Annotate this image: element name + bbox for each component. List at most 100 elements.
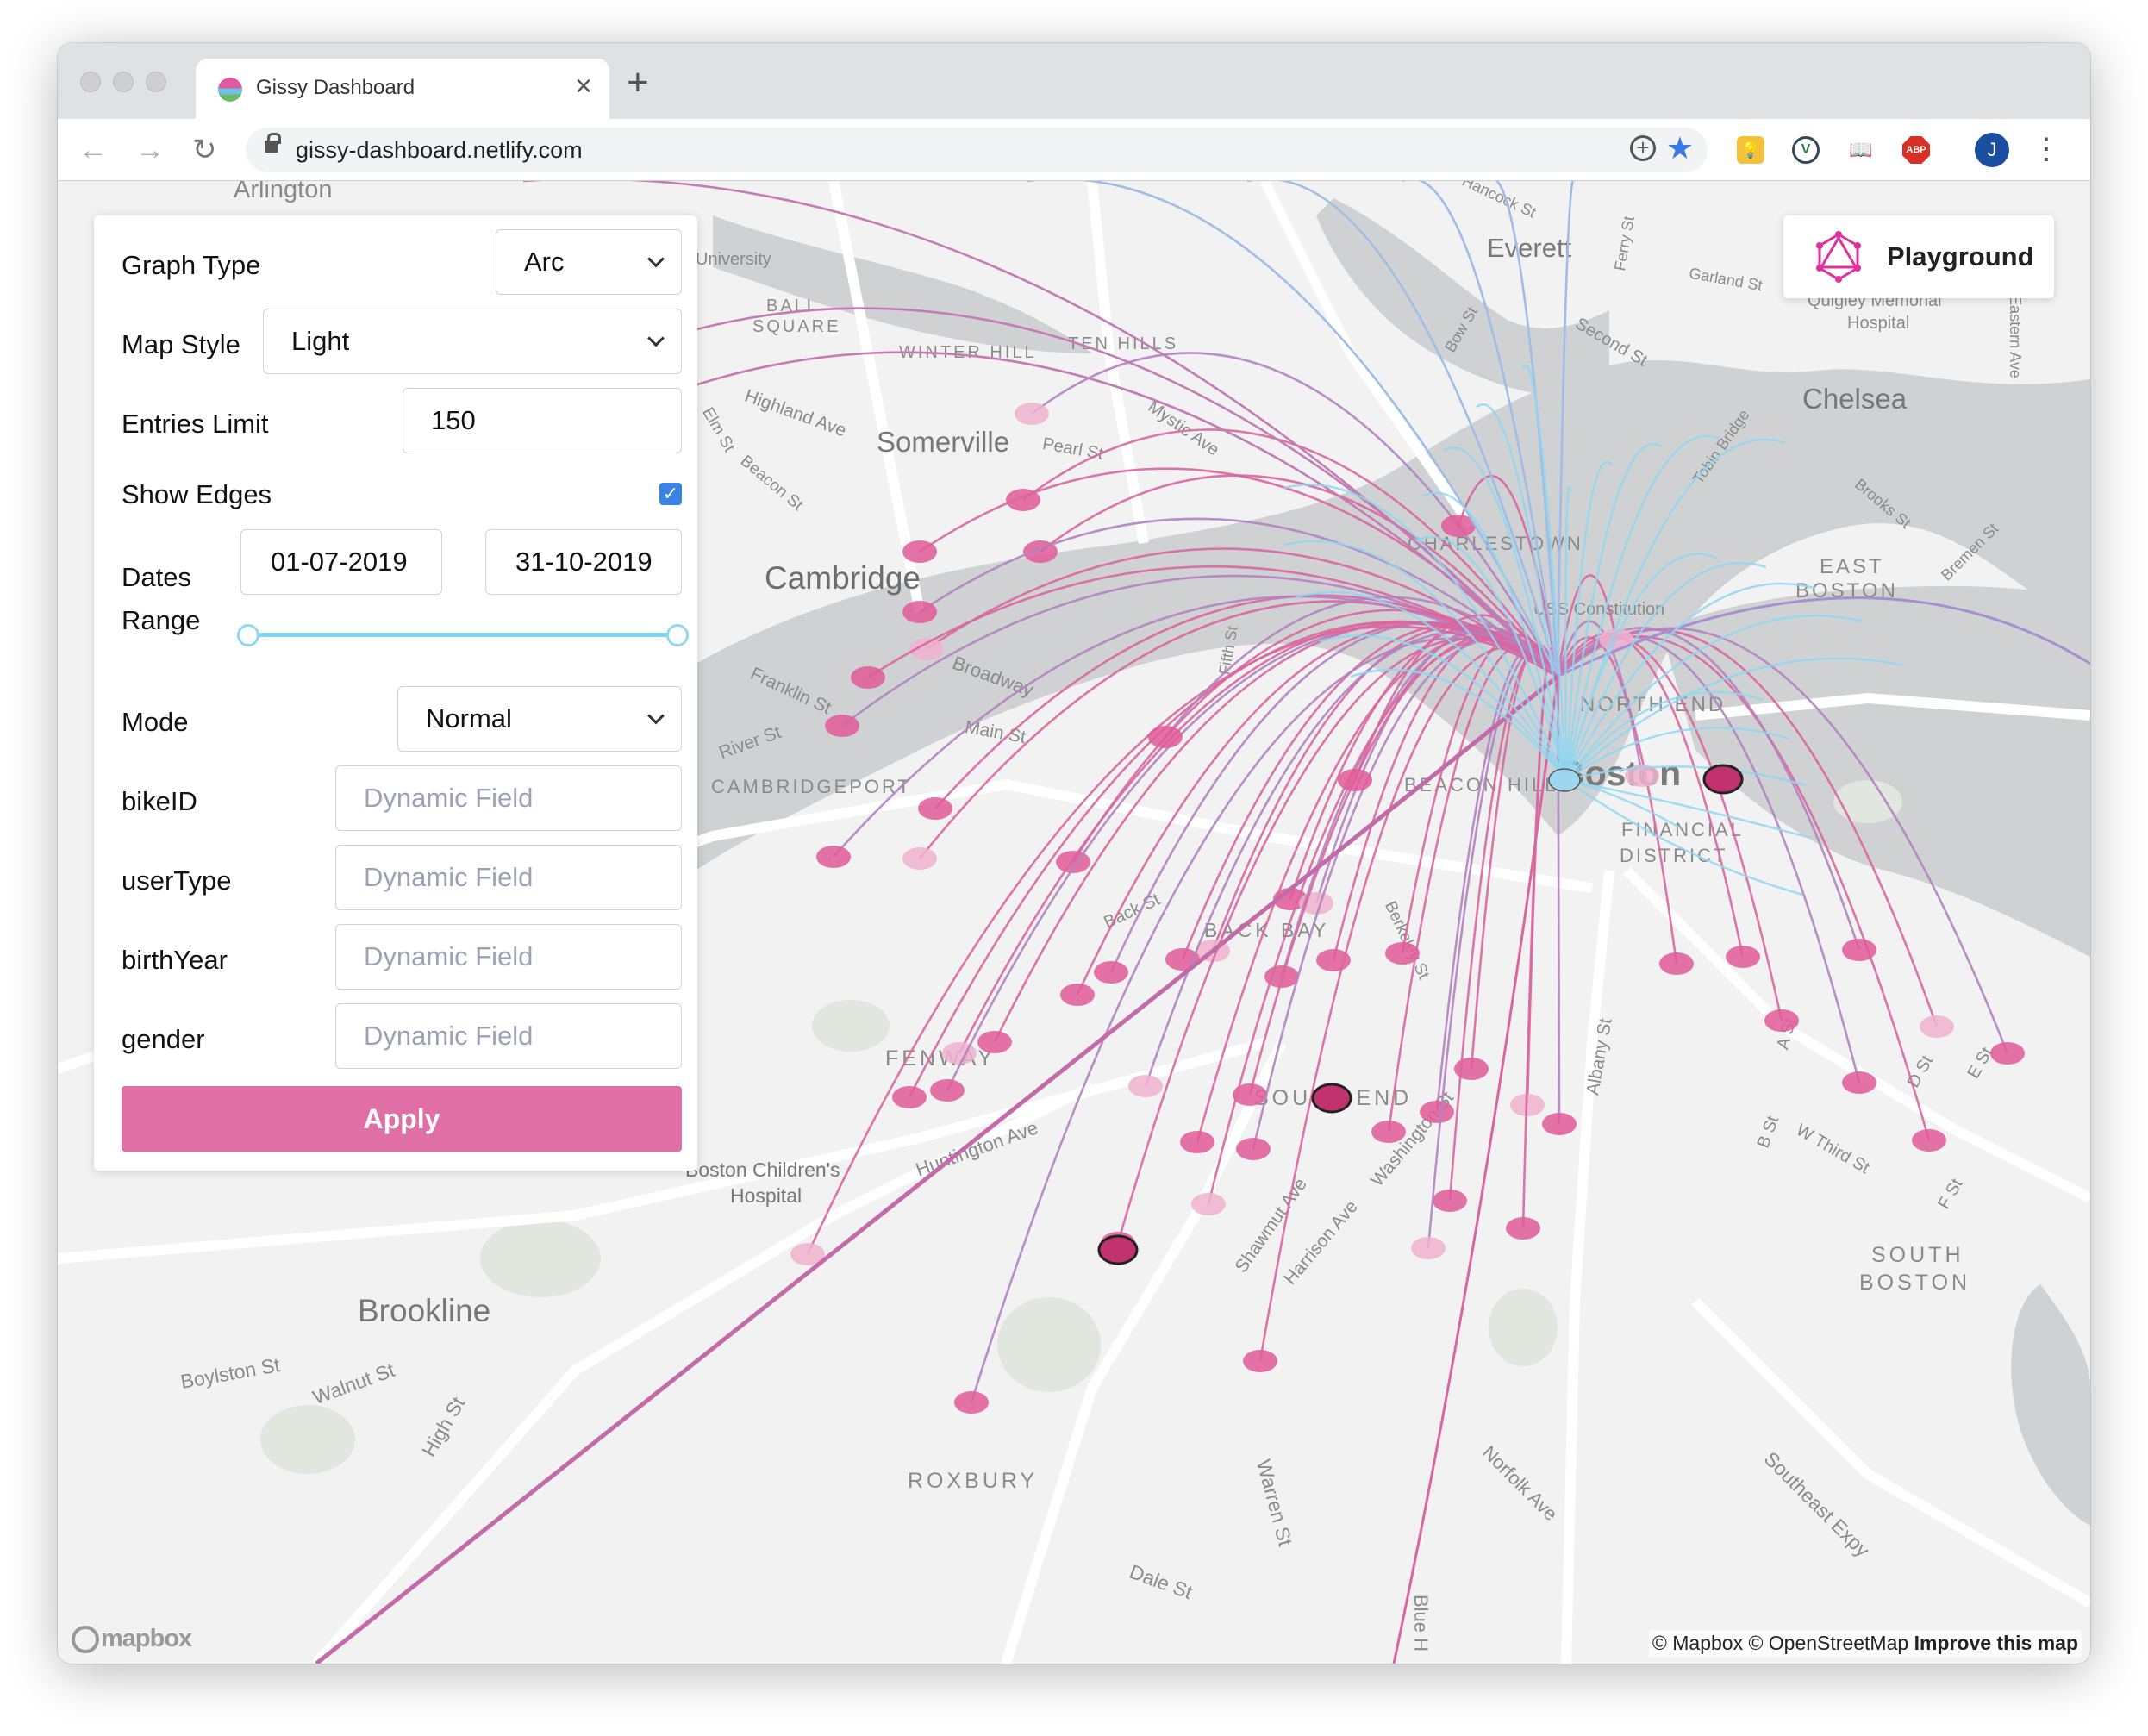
map-style-select[interactable]: Light	[263, 309, 682, 374]
profile-avatar[interactable]: J	[1975, 133, 2009, 167]
road-9	[828, 181, 925, 614]
map-label-ten-hills: TEN HILLS	[1068, 334, 1179, 353]
close-window-button[interactable]	[80, 72, 101, 92]
chevron-down-icon	[647, 250, 665, 268]
map-label-financial-1: FINANCIAL	[1621, 819, 1744, 840]
map-label-cambridge: Cambridge	[765, 560, 921, 596]
control-panel: Graph Type Arc Map Style Light Entries L…	[94, 215, 697, 1171]
map-label-back-bay: BACK BAY	[1204, 919, 1330, 941]
show-edges-checkbox[interactable]: ✓	[659, 483, 682, 505]
map-label-cambridgeport: CAMBRIDGEPORT	[711, 776, 912, 797]
improve-map-link[interactable]: Improve this map	[1914, 1632, 2078, 1654]
park-area-0	[480, 1220, 601, 1297]
browser-toolbar: ← → ↻ gissy-dashboard.netlify.com + ★ 💡 …	[58, 119, 2090, 181]
map-label-east-boston-1: EAST	[1820, 555, 1884, 578]
map-label-arlington: Arlington	[234, 181, 333, 203]
map-label-brookline: Brookline	[358, 1293, 491, 1328]
map-label-ball-square-1: BALL	[766, 297, 819, 315]
date-range-slider[interactable]	[247, 633, 675, 637]
birthyear-label: birthYear	[122, 945, 228, 975]
map-label-winter-hill: WINTER HILL	[899, 343, 1037, 362]
map-label-south-boston-2: BOSTON	[1859, 1271, 1971, 1295]
map-label-ball-square-2: SQUARE	[752, 317, 841, 336]
browser-tab[interactable]: Gissy Dashboard ×	[196, 59, 609, 119]
map-attribution: © Mapbox © OpenStreetMap Improve this ma…	[1648, 1630, 2082, 1657]
date-range-end-handle[interactable]	[666, 624, 689, 646]
attribution-text[interactable]: © Mapbox © OpenStreetMap	[1652, 1632, 1908, 1654]
water-bay	[2011, 1284, 2090, 1526]
lightbulb-icon[interactable]: 💡	[1737, 136, 1764, 164]
bikeid-placeholder: Dynamic Field	[364, 783, 534, 813]
browser-window: Gissy Dashboard × + ← → ↻ gissy-dashboar…	[58, 43, 2090, 1664]
mode-select[interactable]: Normal	[397, 686, 682, 752]
map-style-value: Light	[291, 326, 350, 356]
new-tab-button[interactable]: +	[627, 64, 649, 102]
park-area-3	[260, 1405, 355, 1474]
date-from-input[interactable]: 01-07-2019	[240, 529, 442, 595]
range-label: Range	[122, 605, 201, 635]
mapbox-wordmark: mapbox	[101, 1624, 192, 1652]
gender-input[interactable]: Dynamic Field	[335, 1003, 682, 1069]
entries-limit-input[interactable]: 150	[403, 388, 682, 453]
map-label-south-end: SOUTH END	[1254, 1086, 1413, 1110]
mode-label: Mode	[122, 707, 189, 737]
favicon-icon	[218, 78, 242, 102]
entries-limit-value: 150	[431, 405, 476, 435]
map-label-childrens-2: Hospital	[730, 1184, 802, 1207]
mapbox-logo[interactable]: mapbox	[72, 1624, 192, 1653]
graphql-icon	[1816, 231, 1861, 283]
map-label-eastern: Eastern Ave	[2006, 295, 2024, 378]
road-4	[1561, 870, 1614, 1664]
park-area-1	[997, 1297, 1101, 1392]
map-style-label: Map Style	[122, 329, 240, 359]
water-inner-harbor	[1661, 586, 2090, 957]
playground-button[interactable]: Playground	[1783, 215, 2054, 298]
map-label-north-end: NORTH END	[1580, 693, 1727, 716]
park-area-5	[1833, 780, 1902, 823]
url-text: gissy-dashboard.netlify.com	[296, 137, 583, 163]
map-label-fenway: FENWAY	[885, 1046, 996, 1071]
apply-button[interactable]: Apply	[122, 1086, 682, 1152]
map-label-childrens-1: Boston Children's	[685, 1158, 840, 1181]
bikeid-input[interactable]: Dynamic Field	[335, 765, 682, 831]
adblock-icon[interactable]: ABP	[1902, 136, 1930, 164]
address-bar[interactable]: gissy-dashboard.netlify.com + ★	[246, 128, 1708, 172]
mapbox-mark-icon	[72, 1626, 99, 1653]
graph-type-select[interactable]: Arc	[496, 229, 682, 295]
road-6	[1087, 181, 1149, 545]
maximize-window-button[interactable]	[146, 72, 166, 92]
map-label-chelsea: Chelsea	[1802, 383, 1908, 415]
date-to-value: 31-10-2019	[515, 546, 653, 577]
date-range-start-handle[interactable]	[237, 624, 259, 646]
vue-devtools-icon[interactable]: V	[1792, 136, 1820, 164]
close-tab-icon[interactable]: ×	[575, 71, 592, 102]
usertype-label: userType	[122, 865, 232, 896]
graph-type-value: Arc	[524, 247, 565, 277]
reader-icon[interactable]: 📖	[1847, 136, 1875, 164]
forward-icon[interactable]: →	[135, 133, 165, 167]
map-label-beacon-hill: BEACON HILL	[1404, 774, 1558, 796]
map-label-boston: Boston	[1559, 753, 1682, 793]
map-label-roxbury: ROXBURY	[908, 1469, 1039, 1493]
usertype-placeholder: Dynamic Field	[364, 862, 534, 892]
lock-icon	[265, 133, 281, 153]
map-label-somerville: Somerville	[877, 426, 1010, 458]
reload-icon[interactable]: ↻	[192, 133, 217, 167]
park-area-2	[1489, 1289, 1558, 1366]
menu-icon[interactable]: ⋮	[2032, 129, 2061, 169]
bookmark-star-icon[interactable]: ★	[1666, 131, 1694, 165]
back-icon[interactable]: ←	[78, 133, 108, 167]
birthyear-input[interactable]: Dynamic Field	[335, 924, 682, 990]
dates-label: Dates	[122, 562, 191, 592]
minimize-window-button[interactable]	[113, 72, 134, 92]
map-label-blue-hill: Blue H	[1410, 1594, 1433, 1652]
map-label-financial-2: DISTRICT	[1620, 845, 1728, 866]
bikeid-label: bikeID	[122, 786, 197, 816]
usertype-input[interactable]: Dynamic Field	[335, 845, 682, 910]
date-to-input[interactable]: 31-10-2019	[485, 529, 682, 595]
map-label-south-boston-1: SOUTH	[1871, 1243, 1964, 1267]
map-canvas[interactable]: Arlington Everett Chelsea Somerville Cam…	[58, 181, 2090, 1664]
gender-label: gender	[122, 1024, 205, 1054]
install-app-icon[interactable]: +	[1630, 135, 1656, 161]
graph-type-label: Graph Type	[122, 250, 261, 280]
